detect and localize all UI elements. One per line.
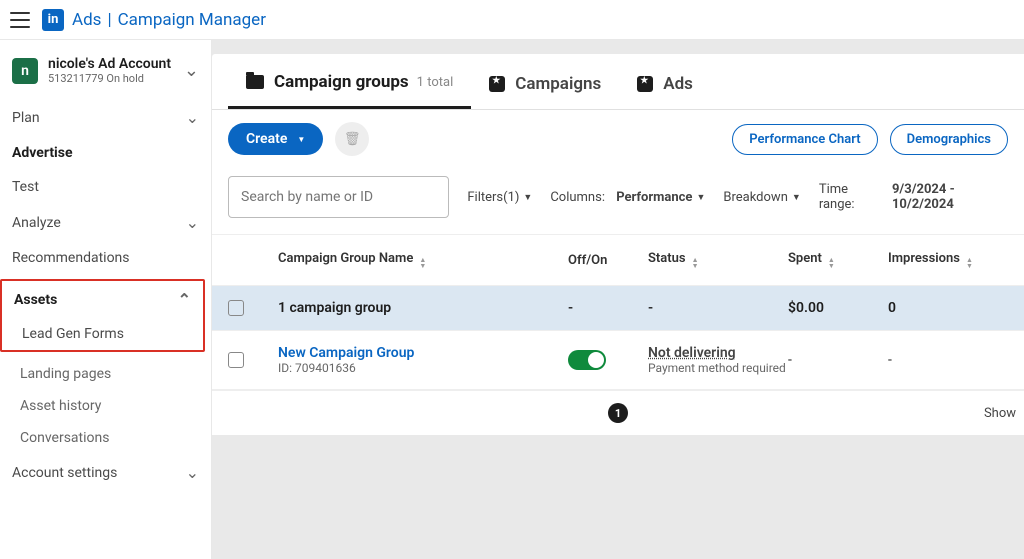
spent-value: - <box>788 352 888 368</box>
impressions-value: - <box>888 352 988 368</box>
sidebar-item-analyze[interactable]: Analyze⌄ <box>0 204 211 241</box>
performance-chart-button[interactable]: Performance Chart <box>732 124 877 155</box>
account-switcher[interactable]: n nicole's Ad Account 513211779 On hold … <box>0 52 211 99</box>
sort-icon: ▲▼ <box>966 257 973 269</box>
delete-button[interactable]: 🗑 <box>335 122 369 156</box>
sidebar-item-test[interactable]: Test <box>0 170 211 204</box>
toggle-on[interactable] <box>568 350 606 370</box>
show-count-dropdown[interactable]: Show <box>984 406 1024 421</box>
sidebar-item-conversations[interactable]: Conversations <box>0 422 211 454</box>
tab-ads[interactable]: Ads <box>619 56 711 108</box>
breakdown-dropdown[interactable]: Breakdown▼ <box>723 190 800 205</box>
create-button[interactable]: Create <box>228 123 323 155</box>
chevron-down-icon: ⌄ <box>186 108 199 127</box>
chevron-down-icon: ⌄ <box>186 213 199 232</box>
table-row: New Campaign Group ID: 709401636 Not del… <box>212 331 1024 390</box>
brand-label: Ads|Campaign Manager <box>72 10 266 30</box>
sidebar-item-assets[interactable]: Assets⌃ <box>2 281 203 318</box>
status-sub: Payment method required <box>648 361 788 375</box>
star-icon <box>489 76 505 92</box>
sidebar-item-lead-gen-forms[interactable]: Lead Gen Forms <box>2 318 203 350</box>
checkbox[interactable] <box>228 300 244 316</box>
time-range-picker[interactable]: Time range: 9/3/2024 - 10/2/2024 <box>819 182 1008 212</box>
col-status[interactable]: Status▲▼ <box>648 251 788 269</box>
summary-row: 1 campaign group - - $0.00 0 <box>212 286 1024 331</box>
demographics-button[interactable]: Demographics <box>890 124 1008 155</box>
trash-icon: 🗑 <box>344 132 361 147</box>
sort-icon: ▲▼ <box>692 257 699 269</box>
table-header: Campaign Group Name▲▼ Off/On Status▲▼ Sp… <box>212 235 1024 286</box>
chevron-down-icon: ⌄ <box>184 60 199 81</box>
status-link[interactable]: Not delivering <box>648 345 788 361</box>
sort-icon: ▲▼ <box>828 257 835 269</box>
tabs: Campaign groups1 total Campaigns Ads <box>212 54 1024 110</box>
col-name[interactable]: Campaign Group Name▲▼ <box>278 251 568 269</box>
account-badge: n <box>12 58 38 84</box>
col-toggle[interactable]: Off/On <box>568 253 648 268</box>
sort-icon: ▲▼ <box>419 257 426 269</box>
folder-icon <box>246 75 264 89</box>
account-sub: 513211779 On hold <box>48 72 184 85</box>
campaign-group-id: ID: 709401636 <box>278 361 568 375</box>
checkbox[interactable] <box>228 352 244 368</box>
page-number[interactable]: 1 <box>608 403 628 423</box>
campaign-group-link[interactable]: New Campaign Group <box>278 345 568 361</box>
col-spent[interactable]: Spent▲▼ <box>788 251 888 269</box>
sidebar-item-account-settings[interactable]: Account settings⌄ <box>0 454 211 491</box>
sidebar-item-landing-pages[interactable]: Landing pages <box>0 358 211 390</box>
filters-dropdown[interactable]: Filters(1)▼ <box>467 190 532 205</box>
chevron-down-icon: ▼ <box>696 192 705 203</box>
sidebar-item-plan[interactable]: Plan⌄ <box>0 99 211 136</box>
chevron-up-icon: ⌃ <box>178 290 191 309</box>
account-name: nicole's Ad Account <box>48 56 184 72</box>
sidebar-item-advertise[interactable]: Advertise <box>0 136 211 170</box>
sidebar: n nicole's Ad Account 513211779 On hold … <box>0 40 212 559</box>
sidebar-item-recommendations[interactable]: Recommendations <box>0 241 211 275</box>
pager: 1 Show <box>212 390 1024 435</box>
chevron-down-icon: ⌄ <box>186 463 199 482</box>
assets-highlight: Assets⌃ Lead Gen Forms <box>0 279 205 352</box>
col-impr[interactable]: Impressions▲▼ <box>888 251 988 269</box>
chevron-down-icon: ▼ <box>792 192 801 203</box>
tab-campaign-groups[interactable]: Campaign groups1 total <box>228 54 471 109</box>
search-input[interactable] <box>228 176 449 218</box>
columns-dropdown[interactable]: Columns: Performance▼ <box>550 190 705 205</box>
chevron-down-icon: ▼ <box>523 192 532 203</box>
hamburger-icon[interactable] <box>10 12 30 28</box>
linkedin-logo: in <box>42 9 64 31</box>
tab-campaigns[interactable]: Campaigns <box>471 56 619 108</box>
star-icon <box>637 76 653 92</box>
sidebar-item-asset-history[interactable]: Asset history <box>0 390 211 422</box>
